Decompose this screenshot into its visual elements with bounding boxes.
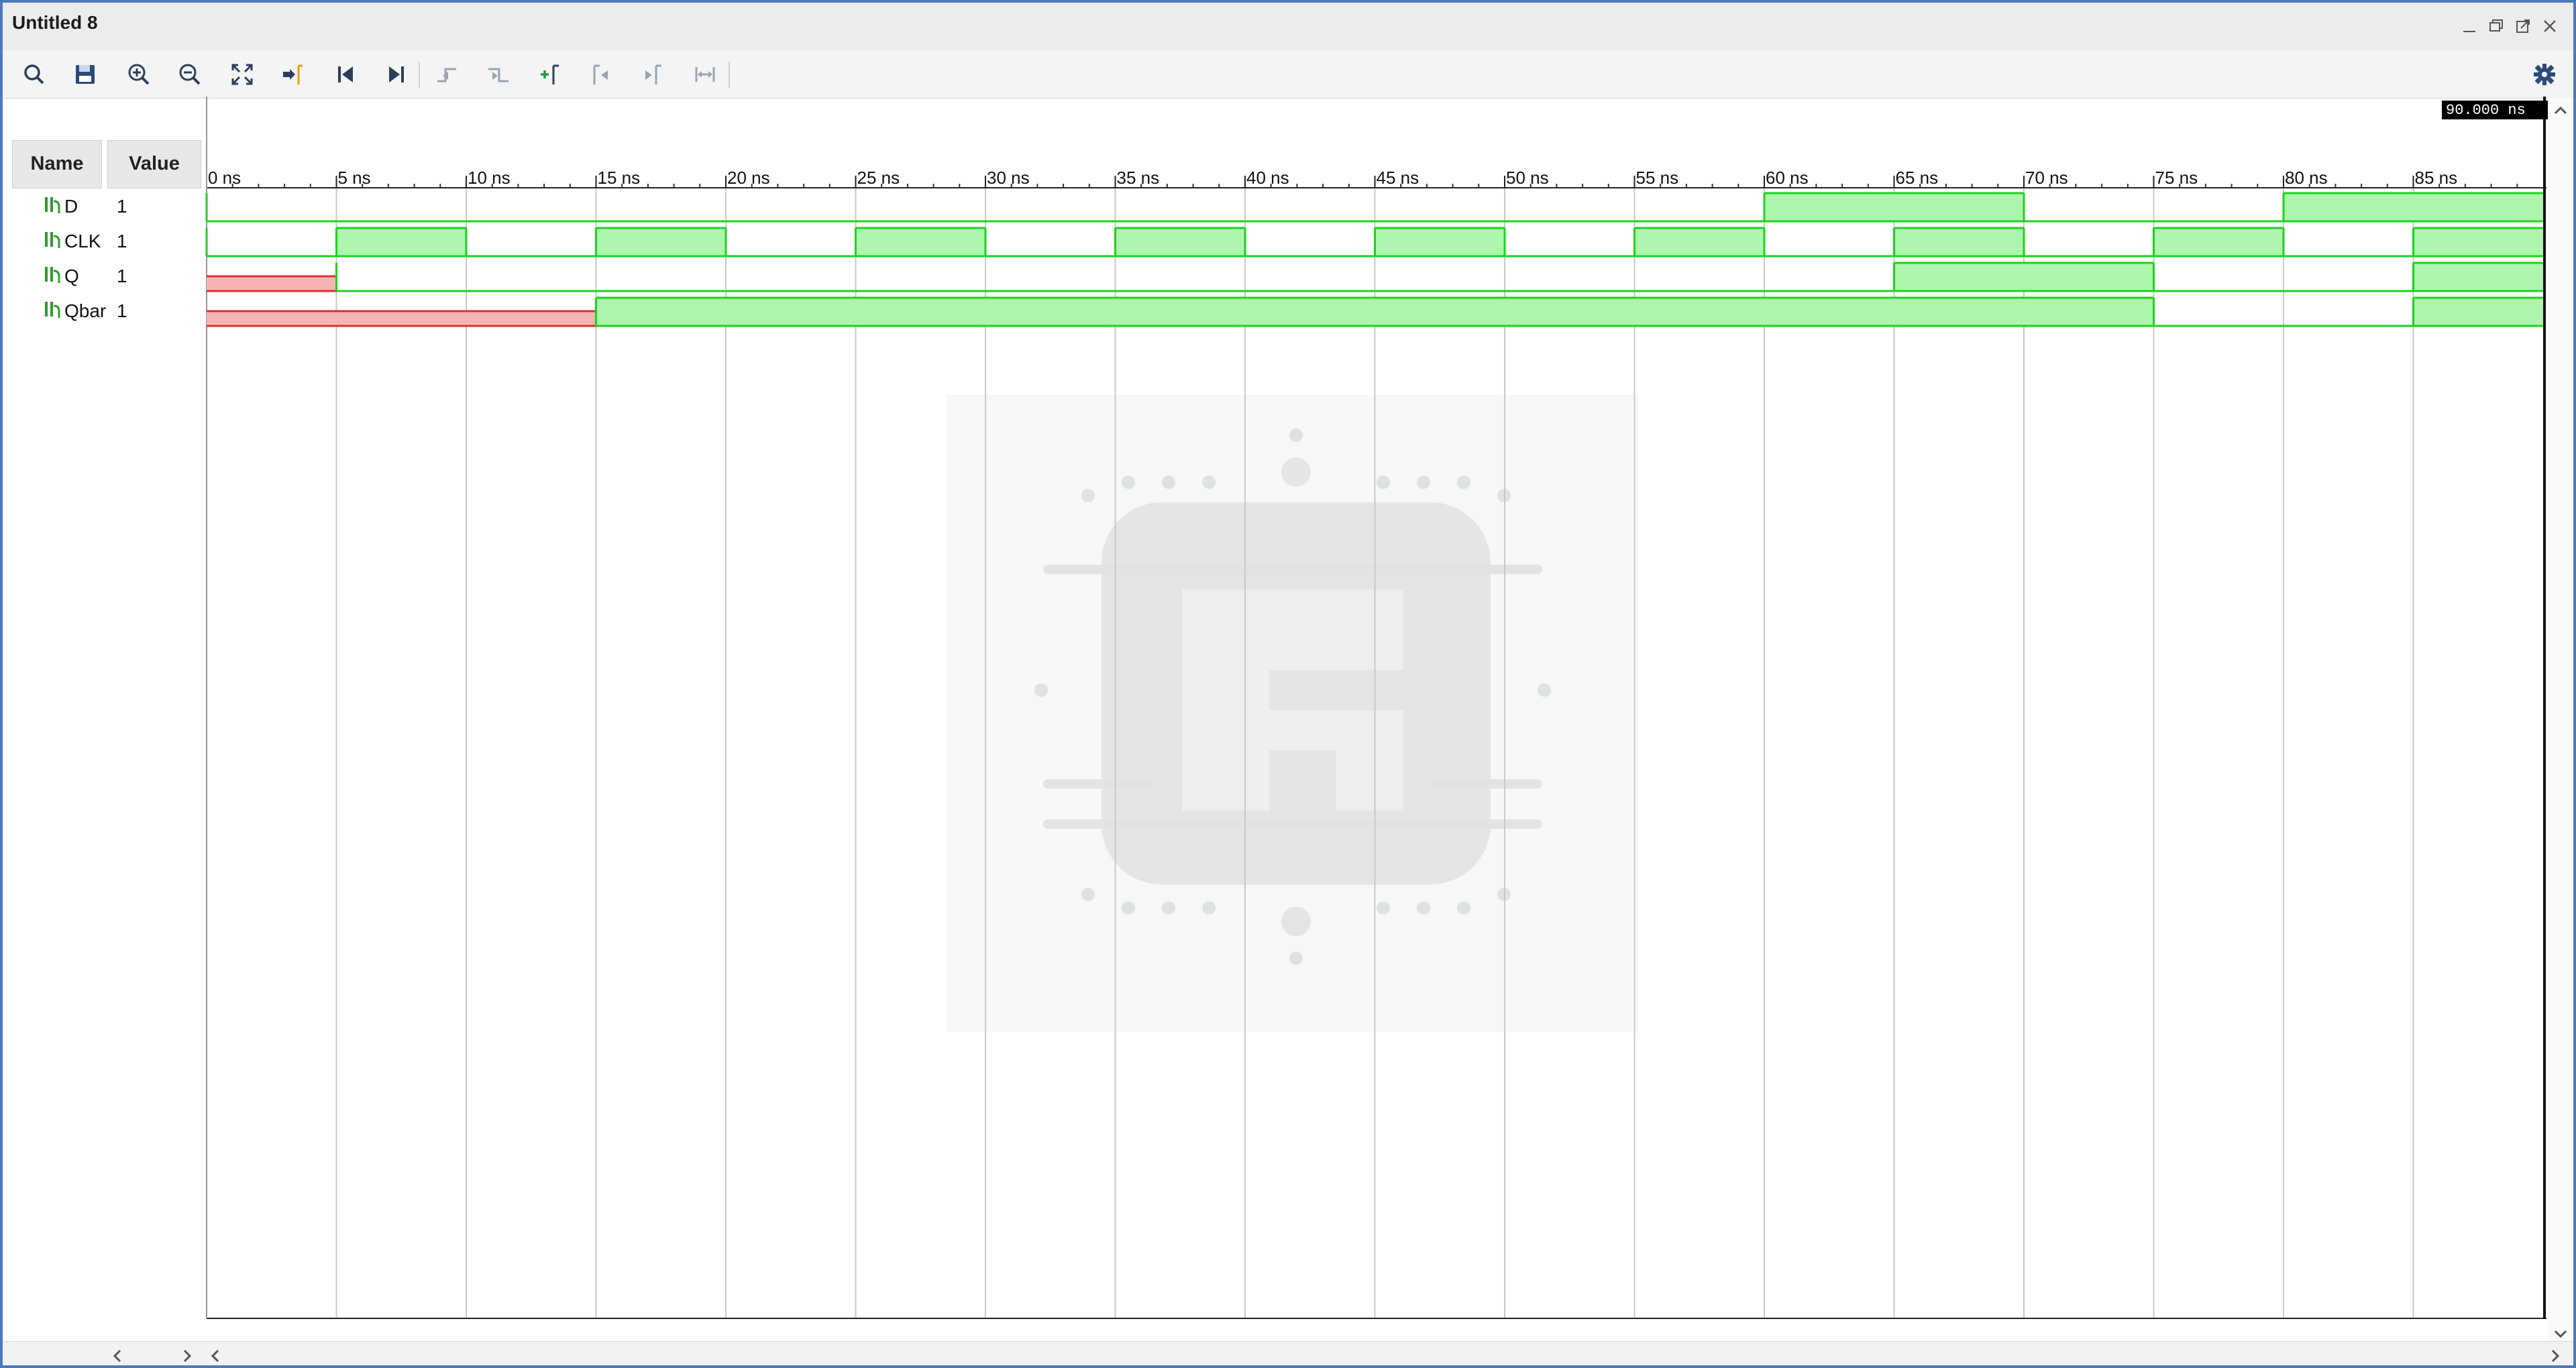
search-icon[interactable] — [19, 59, 50, 90]
waveform-canvas[interactable]: 0 ns 5 ns 10 ns 15 ns 20 ns 25 ns 30 ns 35 ns 40… — [205, 97, 2546, 1320]
toolbar-separator — [729, 62, 730, 89]
vertical-scrollbar[interactable] — [2548, 98, 2573, 1349]
wave-clk-high-fill — [1375, 228, 1505, 256]
tick-label: 80 ns — [2285, 168, 2328, 188]
zoom-out-icon[interactable] — [174, 59, 205, 90]
signal-name: CLK — [64, 231, 101, 251]
names-scroll-right-icon[interactable] — [178, 1347, 196, 1365]
next-transition-icon[interactable] — [483, 59, 514, 90]
zoom-fit-icon[interactable] — [227, 59, 258, 90]
swap-cursors-icon[interactable] — [690, 59, 720, 90]
name-column-label: Name — [30, 153, 84, 174]
tick-label: 40 ns — [1246, 168, 1289, 188]
signal-value: 1 — [117, 231, 127, 251]
wave-qbar-unknown-fill — [207, 311, 596, 326]
scroll-up-icon[interactable] — [2552, 102, 2569, 119]
tick-label: 85 ns — [2415, 168, 2458, 188]
wave-scroll-right-icon[interactable] — [2546, 1347, 2564, 1365]
names-scroll-left-icon[interactable] — [109, 1347, 126, 1365]
wave-clk-high-fill — [1115, 228, 1245, 256]
wave-clk-high-fill — [2413, 228, 2543, 256]
go-to-time-zero-icon[interactable] — [330, 59, 361, 90]
tick-label: 75 ns — [2155, 168, 2198, 188]
previous-marker-icon[interactable] — [586, 59, 617, 90]
wave-qbar-high-fill — [596, 298, 2154, 326]
zoom-in-icon[interactable] — [123, 59, 154, 90]
tick-label: 70 ns — [2025, 168, 2068, 188]
signal-type-icon — [45, 267, 60, 283]
tick-label: 60 ns — [1766, 168, 1809, 188]
wave-clk-high-fill — [1634, 228, 1764, 256]
minimize-icon[interactable] — [2458, 15, 2481, 38]
wave-clk-high-fill — [336, 228, 466, 256]
horizontal-scrollbar[interactable] — [3, 1341, 2573, 1365]
tick-label: 35 ns — [1117, 168, 1160, 188]
tick-label: 10 ns — [468, 168, 511, 188]
wave-clk-high-fill — [1894, 228, 2024, 256]
wave-d-high-fill — [1764, 193, 2024, 221]
toolbar-separator — [419, 62, 420, 89]
signal-value: 1 — [117, 196, 127, 217]
wave-scroll-left-icon[interactable] — [207, 1347, 224, 1365]
save-icon[interactable] — [70, 59, 101, 90]
go-to-last-time-icon[interactable] — [381, 59, 412, 90]
previous-transition-icon[interactable] — [432, 59, 463, 90]
value-column-header[interactable]: Value — [107, 140, 201, 188]
signal-type-icon — [45, 197, 60, 213]
tick-label: 5 ns — [338, 168, 371, 188]
tick-label: 55 ns — [1636, 168, 1679, 188]
next-marker-icon[interactable] — [637, 59, 668, 90]
wave-d-high-fill — [2284, 193, 2543, 221]
restore-icon[interactable] — [2485, 15, 2508, 38]
title-bar: Untitled 8 — [3, 3, 2573, 52]
tick-label: 15 ns — [598, 168, 641, 188]
wave-clk-high-fill — [2153, 228, 2284, 256]
settings-icon[interactable] — [2529, 59, 2560, 90]
tick-label: 25 ns — [857, 168, 900, 188]
go-to-cursor-icon[interactable] — [278, 59, 309, 90]
toolbar — [3, 51, 2573, 99]
signal-type-icon — [45, 232, 60, 248]
wave-clk-high-fill — [855, 228, 985, 256]
signal-name: Q — [64, 266, 79, 286]
tick-label: 65 ns — [1896, 168, 1939, 188]
wave-qbar-high-fill — [2413, 298, 2543, 326]
wave-q-high-fill — [2413, 263, 2543, 291]
tick-label: 0 ns — [208, 168, 241, 188]
waveform-window: Untitled 8 Name Value D 1 CLK 1 Q 1 Qbar… — [0, 0, 2576, 1368]
tick-label: 45 ns — [1377, 168, 1419, 188]
signal-value: 1 — [117, 300, 127, 321]
signal-name: D — [64, 196, 78, 217]
cursor-time-readout: 90.000 ns — [2442, 101, 2548, 119]
signal-value: 1 — [117, 266, 127, 286]
tick-label: 30 ns — [987, 168, 1030, 188]
scroll-down-icon[interactable] — [2552, 1325, 2569, 1343]
wave-clk-high-fill — [596, 228, 726, 256]
signal-name: Qbar — [64, 300, 107, 321]
close-icon[interactable] — [2538, 15, 2561, 38]
tick-label: 50 ns — [1506, 168, 1549, 188]
window-title: Untitled 8 — [12, 12, 98, 33]
tick-label: 20 ns — [727, 168, 770, 188]
value-column-label: Value — [129, 153, 180, 174]
add-marker-icon[interactable] — [535, 59, 566, 90]
name-column-header[interactable]: Name — [12, 140, 102, 188]
signal-type-icon — [45, 302, 60, 318]
wave-q-unknown-fill — [207, 276, 337, 291]
float-icon[interactable] — [2512, 15, 2534, 38]
wave-q-high-fill — [1894, 263, 2154, 291]
